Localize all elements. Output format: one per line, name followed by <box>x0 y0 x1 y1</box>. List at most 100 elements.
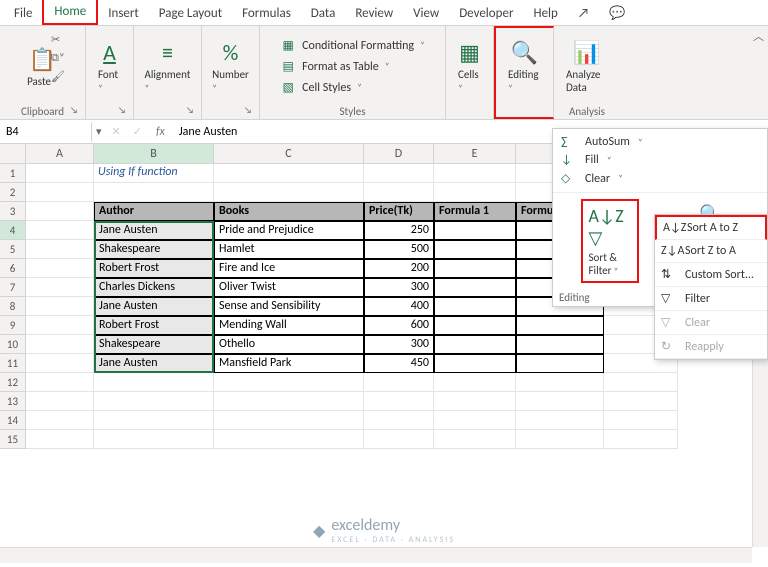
cell[interactable]: 400 <box>364 297 434 316</box>
cell[interactable]: Shakespeare <box>94 335 214 354</box>
cell[interactable]: Formula 1 <box>434 202 516 221</box>
clear-button[interactable]: ◇Clear <box>557 169 763 188</box>
cell[interactable] <box>364 392 434 411</box>
cell[interactable]: Books <box>214 202 364 221</box>
cell[interactable] <box>364 183 434 202</box>
cell[interactable] <box>516 316 604 335</box>
font-launcher[interactable]: ↘ <box>118 105 130 117</box>
row-header-5[interactable]: 5 <box>0 240 26 259</box>
cell[interactable] <box>434 259 516 278</box>
row-header-7[interactable]: 7 <box>0 278 26 297</box>
cell[interactable] <box>434 183 516 202</box>
number-button[interactable]: % Number <box>206 35 255 98</box>
alignment-launcher[interactable]: ↘ <box>186 105 198 117</box>
select-all-corner[interactable] <box>0 144 26 164</box>
cell[interactable] <box>26 316 94 335</box>
cell[interactable]: Jane Austen <box>94 221 214 240</box>
cell[interactable]: Oliver Twist <box>214 278 364 297</box>
cell[interactable] <box>26 430 94 449</box>
copy-icon[interactable]: ⧉˅ <box>48 50 68 66</box>
horizontal-scrollbar[interactable] <box>0 547 752 563</box>
font-button[interactable]: A Font <box>92 35 127 98</box>
row-header-15[interactable]: 15 <box>0 430 26 449</box>
cell[interactable] <box>516 335 604 354</box>
cell[interactable] <box>434 392 516 411</box>
cell[interactable] <box>94 411 214 430</box>
cell[interactable] <box>604 411 678 430</box>
row-header-9[interactable]: 9 <box>0 316 26 335</box>
cell[interactable] <box>434 164 516 183</box>
tab-review[interactable]: Review <box>345 2 403 25</box>
cell[interactable] <box>434 430 516 449</box>
cell[interactable]: 450 <box>364 354 434 373</box>
cell[interactable] <box>26 278 94 297</box>
cell[interactable] <box>26 259 94 278</box>
row-header-8[interactable]: 8 <box>0 297 26 316</box>
cell[interactable] <box>516 430 604 449</box>
name-box[interactable]: B4 <box>0 122 92 142</box>
cell[interactable]: Using If function <box>94 164 214 183</box>
cell[interactable] <box>516 354 604 373</box>
custom-sort-button[interactable]: ⇅Custom Sort... <box>655 263 767 287</box>
cell[interactable]: 250 <box>364 221 434 240</box>
fill-button[interactable]: ↓Fill <box>557 151 763 169</box>
cell[interactable]: Charles Dickens <box>94 278 214 297</box>
tab-developer[interactable]: Developer <box>449 2 523 25</box>
name-box-dropdown[interactable]: ▾ <box>92 125 106 138</box>
cell[interactable] <box>434 373 516 392</box>
cancel-icon[interactable]: ✕ <box>106 125 127 138</box>
cell[interactable] <box>26 221 94 240</box>
cell[interactable] <box>94 373 214 392</box>
tab-view[interactable]: View <box>403 2 449 25</box>
cell[interactable]: Mending Wall <box>214 316 364 335</box>
share-icon[interactable]: ↗ <box>568 2 599 25</box>
cell[interactable] <box>434 411 516 430</box>
cell[interactable]: 200 <box>364 259 434 278</box>
sort-filter-button[interactable]: A↓Z ▽ Sort & Filter <box>581 199 639 283</box>
cell[interactable] <box>214 392 364 411</box>
cell[interactable]: Sense and Sensibility <box>214 297 364 316</box>
cell[interactable] <box>26 373 94 392</box>
tab-formulas[interactable]: Formulas <box>232 2 301 25</box>
row-header-13[interactable]: 13 <box>0 392 26 411</box>
cell[interactable]: Price(Tk) <box>364 202 434 221</box>
row-header-1[interactable]: 1 <box>0 164 26 183</box>
tab-insert[interactable]: Insert <box>98 2 149 25</box>
cell[interactable] <box>434 354 516 373</box>
cell[interactable] <box>214 430 364 449</box>
cell[interactable]: 300 <box>364 278 434 297</box>
comments-icon[interactable]: 💬 <box>599 2 635 25</box>
cell[interactable]: Hamlet <box>214 240 364 259</box>
cell[interactable] <box>434 278 516 297</box>
cell[interactable] <box>26 392 94 411</box>
cell[interactable]: Fire and Ice <box>214 259 364 278</box>
cell[interactable] <box>604 392 678 411</box>
row-header-14[interactable]: 14 <box>0 411 26 430</box>
alignment-button[interactable]: ≡ Alignment <box>139 35 197 98</box>
row-header-10[interactable]: 10 <box>0 335 26 354</box>
row-header-11[interactable]: 11 <box>0 354 26 373</box>
cell[interactable]: Pride and Prejudice <box>214 221 364 240</box>
tab-file[interactable]: File <box>4 2 42 25</box>
conditional-formatting-button[interactable]: ▦Conditional Formatting <box>278 37 427 54</box>
formula-input[interactable]: Jane Austen <box>173 122 244 142</box>
column-header-A[interactable]: A <box>26 144 94 164</box>
cell[interactable]: Shakespeare <box>94 240 214 259</box>
cell[interactable]: Jane Austen <box>94 297 214 316</box>
column-header-E[interactable]: E <box>434 144 516 164</box>
cell[interactable]: Mansfield Park <box>214 354 364 373</box>
enter-icon[interactable]: ✓ <box>127 125 148 138</box>
cell[interactable] <box>94 183 214 202</box>
column-header-D[interactable]: D <box>364 144 434 164</box>
cell[interactable] <box>26 354 94 373</box>
row-header-3[interactable]: 3 <box>0 202 26 221</box>
tab-page-layout[interactable]: Page Layout <box>149 2 232 25</box>
cell[interactable] <box>434 297 516 316</box>
cell[interactable] <box>434 335 516 354</box>
cell[interactable] <box>364 430 434 449</box>
cell[interactable] <box>604 373 678 392</box>
cell[interactable] <box>364 164 434 183</box>
cell[interactable] <box>516 392 604 411</box>
column-header-C[interactable]: C <box>214 144 364 164</box>
cell[interactable] <box>94 430 214 449</box>
